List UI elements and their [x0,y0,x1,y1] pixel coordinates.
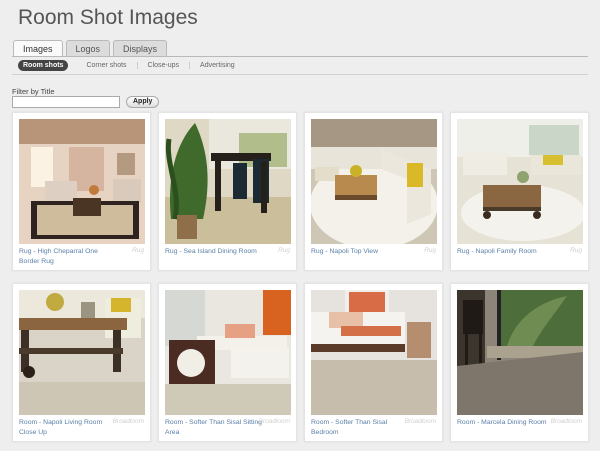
image-card[interactable]: Rug - Sea Island Dining Room Rug [158,112,297,271]
image-title-link[interactable]: Rug - Napoli Top View [311,247,411,257]
room-photo-thumbnail[interactable] [311,119,437,244]
subnav-room-shots[interactable]: Room shots [18,60,69,71]
image-title-link[interactable]: Rug - High Cheparral One Border Rug [19,247,119,266]
room-photo-thumbnail[interactable] [457,119,583,244]
subnav-corner-shots[interactable]: Corner shots [76,62,136,69]
category-tag: Broadloom [258,418,290,425]
room-photo-thumbnail[interactable] [165,290,291,415]
tab-displays[interactable]: Displays [113,40,168,57]
category-tag: Rug [278,247,290,254]
apply-button[interactable]: Apply [126,96,160,108]
room-photo-thumbnail[interactable] [165,119,291,244]
image-card[interactable]: Rug - Napoli Family Room Rug [450,112,589,271]
category-tag: Rug [570,247,582,254]
filter-title-input[interactable] [12,96,120,108]
tab-images[interactable]: Images [13,40,63,57]
image-card[interactable]: Rug - High Cheparral One Border Rug Rug [12,112,151,271]
image-card[interactable]: Room - Napoli Living Room Close Up Broad… [12,283,151,442]
image-card[interactable]: Room - Softer Than Sisal Sitting Area Br… [158,283,297,442]
image-title-link[interactable]: Room - Softer Than Sisal Sitting Area [165,418,265,437]
room-photo-thumbnail[interactable] [19,290,145,415]
category-tag: Broadloom [550,418,582,425]
image-title-link[interactable]: Room - Napoli Living Room Close Up [19,418,119,437]
image-card[interactable]: Room - Marcela Dining Room Broadloom [450,283,589,442]
category-tag: Rug [424,247,436,254]
subnav-advertising[interactable]: Advertising [189,62,245,69]
category-tag: Broadloom [404,418,436,425]
image-title-link[interactable]: Rug - Sea Island Dining Room [165,247,265,257]
sub-navigation: Room shots Corner shots Close-ups Advert… [18,60,245,71]
filter-label: Filter by Title [12,87,55,96]
category-tag: Rug [132,247,144,254]
image-title-link[interactable]: Rug - Napoli Family Room [457,247,557,257]
room-photo-thumbnail[interactable] [311,290,437,415]
image-title-link[interactable]: Room - Marcela Dining Room [457,418,557,428]
subnav-close-ups[interactable]: Close-ups [136,62,190,69]
tab-logos[interactable]: Logos [65,40,111,57]
page-title: Room Shot Images [18,6,198,29]
image-title-link[interactable]: Room - Softer Than Sisal Bedroom [311,418,411,437]
tab-bar: Images Logos Displays [13,40,168,57]
room-photo-thumbnail[interactable] [19,119,145,244]
image-card[interactable]: Room - Softer Than Sisal Bedroom Broadlo… [304,283,443,442]
tab-divider [12,56,588,57]
room-photo-thumbnail[interactable] [457,290,583,415]
category-tag: Broadloom [112,418,144,425]
image-card[interactable]: Rug - Napoli Top View Rug [304,112,443,271]
subnav-divider [12,74,588,75]
